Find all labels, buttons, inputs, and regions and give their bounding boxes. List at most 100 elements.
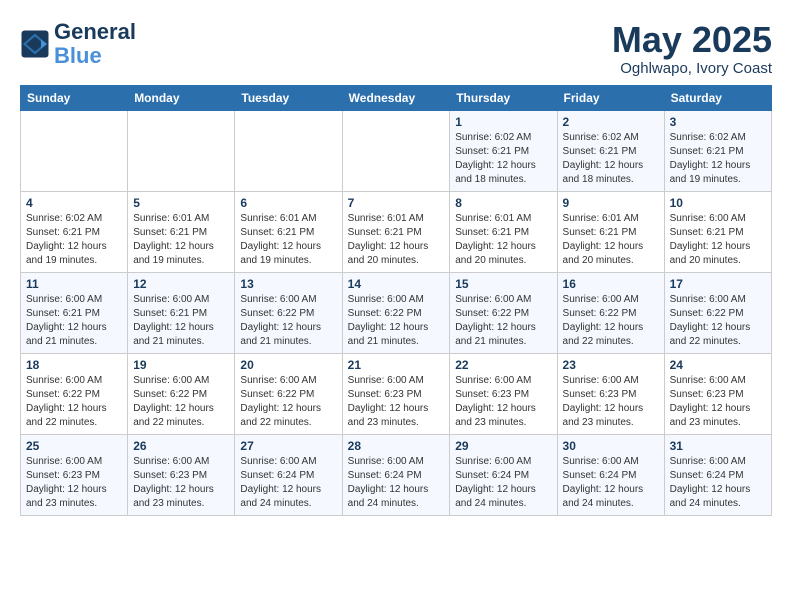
calendar-cell: 29 Sunrise: 6:00 AM Sunset: 6:24 PM Dayli… — [450, 434, 557, 515]
calendar-cell — [128, 110, 235, 191]
cell-content: Sunrise: 6:01 AM Sunset: 6:21 PM Dayligh… — [348, 212, 445, 268]
day-number: 9 — [563, 196, 659, 210]
cell-content: Sunrise: 6:00 AM Sunset: 6:21 PM Dayligh… — [26, 293, 122, 349]
calendar-cell: 10Sunrise: 6:00 AM Sunset: 6:21 PM Dayli… — [664, 191, 771, 272]
cell-content: Sunrise: 6:00 AM Sunset: 6:23 PM Dayligh… — [348, 374, 445, 430]
calendar-week-row: 4Sunrise: 6:02 AM Sunset: 6:21 PM Daylig… — [21, 191, 772, 272]
cell-content: Sunrise: 6:01 AM Sunset: 6:21 PM Dayligh… — [240, 212, 336, 268]
day-number: 6 — [240, 196, 336, 210]
cell-content: Sunrise: 6:00 AM Sunset: 6:23 PM Dayligh… — [563, 374, 659, 430]
calendar-week-row: 11 Sunrise: 6:00 AM Sunset: 6:21 PM Dayli… — [21, 272, 772, 353]
calendar-cell: 8 Sunrise: 6:01 AM Sunset: 6:21 PM Daylig… — [450, 191, 557, 272]
calendar-cell: 17 Sunrise: 6:00 AM Sunset: 6:22 PM Dayli… — [664, 272, 771, 353]
calendar-cell: 24Sunrise: 6:00 AM Sunset: 6:23 PM Dayli… — [664, 353, 771, 434]
calendar-cell: 20 Sunrise: 6:00 AM Sunset: 6:22 PM Dayli… — [235, 353, 342, 434]
day-number: 24 — [670, 358, 766, 372]
day-number: 30 — [563, 439, 659, 453]
calendar-cell: 22 Sunrise: 6:00 AM Sunset: 6:23 PM Dayli… — [450, 353, 557, 434]
weekday-header: Saturday — [664, 85, 771, 110]
cell-content: Sunrise: 6:02 AM Sunset: 6:21 PM Dayligh… — [670, 131, 766, 187]
calendar-cell: 11 Sunrise: 6:00 AM Sunset: 6:21 PM Dayli… — [21, 272, 128, 353]
calendar-cell: 18 Sunrise: 6:00 AM Sunset: 6:22 PM Dayli… — [21, 353, 128, 434]
cell-content: Sunrise: 6:00 AM Sunset: 6:23 PM Dayligh… — [455, 374, 551, 430]
weekday-header: Wednesday — [342, 85, 450, 110]
day-number: 26 — [133, 439, 229, 453]
cell-content: Sunrise: 6:00 AM Sunset: 6:24 PM Dayligh… — [455, 455, 551, 511]
calendar-cell: 23 Sunrise: 6:00 AM Sunset: 6:23 PM Dayli… — [557, 353, 664, 434]
weekday-header: Friday — [557, 85, 664, 110]
cell-content: Sunrise: 6:00 AM Sunset: 6:24 PM Dayligh… — [240, 455, 336, 511]
cell-content: Sunrise: 6:01 AM Sunset: 6:21 PM Dayligh… — [563, 212, 659, 268]
calendar-cell: 3Sunrise: 6:02 AM Sunset: 6:21 PM Daylig… — [664, 110, 771, 191]
day-number: 25 — [26, 439, 122, 453]
location: Oghlwapo, Ivory Coast — [612, 60, 772, 77]
calendar-week-row: 25 Sunrise: 6:00 AM Sunset: 6:23 PM Dayli… — [21, 434, 772, 515]
cell-content: Sunrise: 6:02 AM Sunset: 6:21 PM Dayligh… — [455, 131, 551, 187]
day-number: 29 — [455, 439, 551, 453]
day-number: 4 — [26, 196, 122, 210]
calendar-cell: 1 Sunrise: 6:02 AM Sunset: 6:21 PM Daylig… — [450, 110, 557, 191]
cell-content: Sunrise: 6:00 AM Sunset: 6:21 PM Dayligh… — [670, 212, 766, 268]
cell-content: Sunrise: 6:00 AM Sunset: 6:24 PM Dayligh… — [348, 455, 445, 511]
calendar-cell: 16 Sunrise: 6:00 AM Sunset: 6:22 PM Dayli… — [557, 272, 664, 353]
page: General Blue May 2025 Oghlwapo, Ivory Co… — [0, 0, 792, 526]
calendar-cell: 4Sunrise: 6:02 AM Sunset: 6:21 PM Daylig… — [21, 191, 128, 272]
logo: General Blue — [20, 20, 136, 68]
calendar-cell: 5 Sunrise: 6:01 AM Sunset: 6:21 PM Daylig… — [128, 191, 235, 272]
day-number: 2 — [563, 115, 659, 129]
day-number: 18 — [26, 358, 122, 372]
calendar-cell: 13 Sunrise: 6:00 AM Sunset: 6:22 PM Dayli… — [235, 272, 342, 353]
day-number: 13 — [240, 277, 336, 291]
cell-content: Sunrise: 6:00 AM Sunset: 6:24 PM Dayligh… — [670, 455, 766, 511]
cell-content: Sunrise: 6:00 AM Sunset: 6:24 PM Dayligh… — [563, 455, 659, 511]
day-number: 16 — [563, 277, 659, 291]
calendar-cell: 9 Sunrise: 6:01 AM Sunset: 6:21 PM Daylig… — [557, 191, 664, 272]
calendar-cell: 2Sunrise: 6:02 AM Sunset: 6:21 PM Daylig… — [557, 110, 664, 191]
calendar-table: SundayMondayTuesdayWednesdayThursdayFrid… — [20, 85, 772, 516]
logo-line2: Blue — [54, 44, 136, 68]
cell-content: Sunrise: 6:00 AM Sunset: 6:22 PM Dayligh… — [240, 374, 336, 430]
cell-content: Sunrise: 6:00 AM Sunset: 6:23 PM Dayligh… — [26, 455, 122, 511]
day-number: 5 — [133, 196, 229, 210]
day-number: 15 — [455, 277, 551, 291]
calendar-cell: 14Sunrise: 6:00 AM Sunset: 6:22 PM Dayli… — [342, 272, 450, 353]
calendar-cell: 31 Sunrise: 6:00 AM Sunset: 6:24 PM Dayli… — [664, 434, 771, 515]
calendar-cell: 30 Sunrise: 6:00 AM Sunset: 6:24 PM Dayli… — [557, 434, 664, 515]
cell-content: Sunrise: 6:01 AM Sunset: 6:21 PM Dayligh… — [455, 212, 551, 268]
calendar-cell: 26Sunrise: 6:00 AM Sunset: 6:23 PM Dayli… — [128, 434, 235, 515]
day-number: 28 — [348, 439, 445, 453]
day-number: 23 — [563, 358, 659, 372]
calendar-cell: 27 Sunrise: 6:00 AM Sunset: 6:24 PM Dayli… — [235, 434, 342, 515]
calendar-cell: 6 Sunrise: 6:01 AM Sunset: 6:21 PM Daylig… — [235, 191, 342, 272]
weekday-header: Tuesday — [235, 85, 342, 110]
day-number: 22 — [455, 358, 551, 372]
day-number: 8 — [455, 196, 551, 210]
weekday-header: Sunday — [21, 85, 128, 110]
header: General Blue May 2025 Oghlwapo, Ivory Co… — [20, 20, 772, 77]
logo-line1: General — [54, 20, 136, 44]
day-number: 17 — [670, 277, 766, 291]
calendar-cell — [21, 110, 128, 191]
cell-content: Sunrise: 6:00 AM Sunset: 6:21 PM Dayligh… — [133, 293, 229, 349]
month-title: May 2025 — [612, 20, 772, 60]
cell-content: Sunrise: 6:01 AM Sunset: 6:21 PM Dayligh… — [133, 212, 229, 268]
title-block: May 2025 Oghlwapo, Ivory Coast — [612, 20, 772, 77]
calendar-week-row: 18 Sunrise: 6:00 AM Sunset: 6:22 PM Dayli… — [21, 353, 772, 434]
day-number: 11 — [26, 277, 122, 291]
day-number: 7 — [348, 196, 445, 210]
calendar-cell: 15 Sunrise: 6:00 AM Sunset: 6:22 PM Dayli… — [450, 272, 557, 353]
cell-content: Sunrise: 6:00 AM Sunset: 6:22 PM Dayligh… — [455, 293, 551, 349]
cell-content: Sunrise: 6:00 AM Sunset: 6:22 PM Dayligh… — [26, 374, 122, 430]
day-number: 31 — [670, 439, 766, 453]
cell-content: Sunrise: 6:00 AM Sunset: 6:22 PM Dayligh… — [670, 293, 766, 349]
day-number: 20 — [240, 358, 336, 372]
day-number: 1 — [455, 115, 551, 129]
day-number: 27 — [240, 439, 336, 453]
calendar-cell: 12 Sunrise: 6:00 AM Sunset: 6:21 PM Dayli… — [128, 272, 235, 353]
weekday-header: Thursday — [450, 85, 557, 110]
logo-text: General Blue — [54, 20, 136, 68]
cell-content: Sunrise: 6:00 AM Sunset: 6:22 PM Dayligh… — [563, 293, 659, 349]
cell-content: Sunrise: 6:00 AM Sunset: 6:22 PM Dayligh… — [240, 293, 336, 349]
day-number: 12 — [133, 277, 229, 291]
weekday-header: Monday — [128, 85, 235, 110]
